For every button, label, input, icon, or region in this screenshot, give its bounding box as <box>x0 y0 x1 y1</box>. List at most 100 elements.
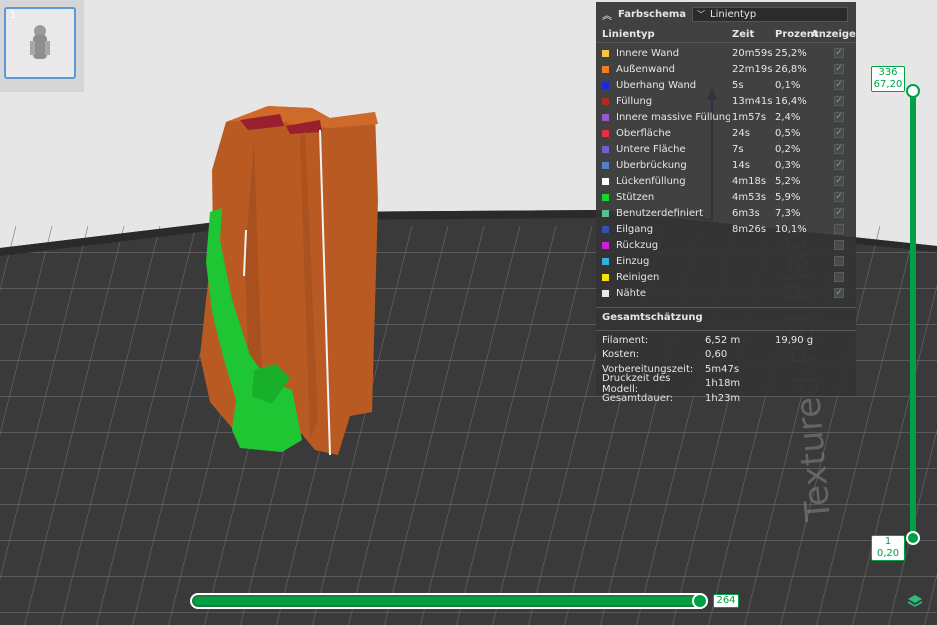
chevron-down-icon: ﹀ <box>697 9 706 19</box>
legend-row-name: Überhang Wand <box>596 80 730 91</box>
visibility-checkbox[interactable]: ✓ <box>834 128 844 138</box>
visibility-checkbox[interactable]: ✓ <box>834 144 844 154</box>
line-type-swatch <box>602 81 609 89</box>
legend-row-name: Lückenfüllung <box>596 176 730 187</box>
layer-bottom-handle[interactable] <box>906 531 920 545</box>
visibility-cell: ✓ <box>823 160 855 170</box>
line-type-swatch <box>602 145 609 153</box>
collapse-chevron-icon[interactable]: ︽ <box>602 7 612 22</box>
line-type-percent: 0,5% <box>775 127 801 139</box>
legend-header: ︽ Farbschema ﹀ Linientyp <box>596 2 856 26</box>
legend-row-name: Innere massive Füllung <box>596 112 730 123</box>
legend-row-name: Oberfläche <box>596 128 730 139</box>
legend-row: Überhang Wand 5s 0,1% ✓ <box>596 77 856 93</box>
line-type-swatch <box>602 257 609 265</box>
visibility-checkbox[interactable]: ✓ <box>834 160 844 170</box>
visibility-checkbox[interactable] <box>834 240 844 250</box>
line-type-label: Überhang Wand <box>616 79 697 91</box>
visibility-cell: ✓ <box>823 96 855 106</box>
visibility-cell <box>823 272 855 282</box>
move-slider-handle[interactable] <box>692 593 708 609</box>
col-time: Zeit <box>732 28 755 40</box>
line-type-swatch <box>602 49 609 57</box>
visibility-checkbox[interactable]: ✓ <box>834 112 844 122</box>
estimate-value: 6,52 m <box>705 334 741 346</box>
line-type-percent: 2,4% <box>775 111 801 123</box>
line-type-percent: 26,8% <box>775 63 807 75</box>
visibility-checkbox[interactable]: ✓ <box>834 48 844 58</box>
3d-viewport[interactable]: Textured PEI Plate 1 <box>0 0 937 625</box>
line-type-time: 5s <box>732 79 744 91</box>
legend-title: Farbschema <box>618 8 687 20</box>
line-type-swatch <box>602 273 609 281</box>
legend-rows: Innere Wand 20m59s 25,2% ✓ Außenwand 22m19s 26… <box>596 45 856 301</box>
visibility-checkbox[interactable]: ✓ <box>834 64 844 74</box>
visibility-cell <box>823 240 855 250</box>
line-type-label: Reinigen <box>616 271 660 283</box>
line-type-percent: 16,4% <box>775 95 807 107</box>
layer-bottom-height: 0,20 <box>876 548 900 559</box>
line-type-time: 20m59s <box>732 47 773 59</box>
visibility-checkbox[interactable]: ✓ <box>834 96 844 106</box>
visibility-checkbox[interactable]: ✓ <box>834 176 844 186</box>
visibility-cell <box>823 224 855 234</box>
line-type-time: 14s <box>732 159 750 171</box>
legend-row: Reinigen <box>596 269 856 285</box>
line-type-label: Eilgang <box>616 223 654 235</box>
plate-thumbnail[interactable]: 1 <box>4 7 76 79</box>
layer-slider-track[interactable] <box>910 90 916 538</box>
line-type-swatch <box>602 209 609 217</box>
line-type-time: 24s <box>732 127 750 139</box>
legend-row-name: Benutzerdefiniert <box>596 208 730 219</box>
visibility-checkbox[interactable]: ✓ <box>834 288 844 298</box>
visibility-checkbox[interactable] <box>834 224 844 234</box>
visibility-checkbox[interactable] <box>834 272 844 282</box>
estimate-title: Gesamtschätzung <box>596 307 856 331</box>
layer-top-handle[interactable] <box>906 84 920 98</box>
visibility-checkbox[interactable]: ✓ <box>834 80 844 90</box>
line-type-time: 13m41s <box>732 95 773 107</box>
visibility-checkbox[interactable]: ✓ <box>834 208 844 218</box>
line-type-time: 7s <box>732 143 744 155</box>
line-type-label: Nähte <box>616 287 647 299</box>
visibility-checkbox[interactable]: ✓ <box>834 192 844 202</box>
line-type-label: Innere massive Füllung <box>616 111 730 123</box>
visibility-cell: ✓ <box>823 80 855 90</box>
visibility-cell: ✓ <box>823 48 855 58</box>
estimate-extra: 19,90 g <box>775 334 814 346</box>
sliced-model[interactable] <box>200 106 378 456</box>
color-scheme-select[interactable]: ﹀ Linientyp <box>692 6 849 22</box>
estimate-label: Kosten: <box>602 349 640 361</box>
estimate-value: 1h23m <box>705 392 741 404</box>
line-type-swatch <box>602 97 609 105</box>
col-show: Anzeigen <box>811 28 863 40</box>
legend-row: Außenwand 22m19s 26,8% ✓ <box>596 61 856 77</box>
model-preview-icon <box>30 25 50 59</box>
line-type-time: 8m26s <box>732 223 767 235</box>
line-type-label: Lückenfüllung <box>616 175 686 187</box>
legend-row-name: Nähte <box>596 288 730 299</box>
legend-row-name: Innere Wand <box>596 48 730 59</box>
plate-thumbnail-strip: 1 <box>0 0 84 92</box>
color-scheme-value: Linientyp <box>710 8 757 20</box>
line-type-label: Außenwand <box>616 63 675 75</box>
layer-top-label: 336 67,20 <box>871 66 905 92</box>
estimate-label: Filament: <box>602 334 649 346</box>
estimate-row: Druckzeit des Modell: 1h18m <box>596 373 856 395</box>
move-slider-track[interactable] <box>190 593 708 609</box>
visibility-cell: ✓ <box>823 176 855 186</box>
visibility-checkbox[interactable] <box>834 256 844 266</box>
legend-row-name: Eilgang <box>596 224 730 235</box>
line-type-swatch <box>602 65 609 73</box>
visibility-cell: ✓ <box>823 208 855 218</box>
visibility-cell: ✓ <box>823 288 855 298</box>
estimate-row: Filament: 6,52 m 19,90 g <box>596 333 856 348</box>
line-type-percent: 0,3% <box>775 159 801 171</box>
line-type-swatch <box>602 129 609 137</box>
layer-bottom-label: 1 0,20 <box>871 535 905 561</box>
line-type-label: Untere Fläche <box>616 143 686 155</box>
layers-icon[interactable] <box>907 593 923 609</box>
legend-row: Innere massive Füllung 1m57s 2,4% ✓ <box>596 109 856 125</box>
legend-panel: ︽ Farbschema ﹀ Linientyp Linientyp Zeit … <box>596 2 863 404</box>
legend-row: Lückenfüllung 4m18s 5,2% ✓ <box>596 173 856 189</box>
